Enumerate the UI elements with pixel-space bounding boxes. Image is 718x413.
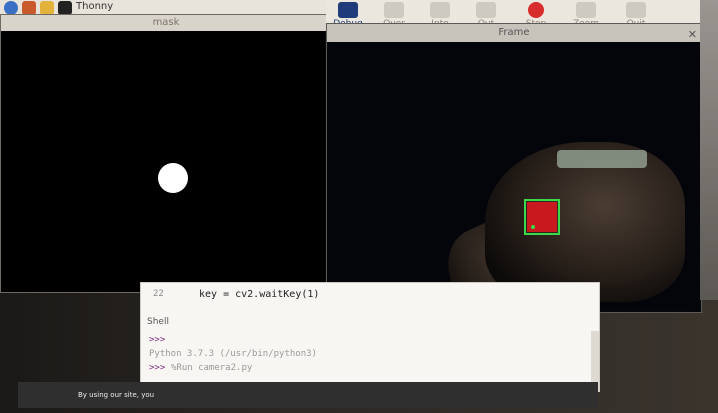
camera-feed — [335, 42, 693, 308]
frame-window: Frame ✕ — [326, 23, 702, 313]
code-text: key = cv2.waitKey(1) — [199, 289, 320, 300]
mask-window-title[interactable]: mask — [1, 15, 331, 31]
folder-icon[interactable] — [40, 1, 54, 15]
cookie-banner: By using our site, you — [18, 382, 598, 408]
browser-icon[interactable] — [22, 1, 36, 15]
taskbar-app-label[interactable]: Thonny — [76, 1, 113, 12]
line-number: 22 — [153, 289, 164, 299]
camera-phone — [557, 150, 647, 168]
screen-edge — [700, 0, 718, 300]
shell-tab-label[interactable]: Shell — [147, 317, 169, 327]
terminal-icon[interactable] — [58, 1, 72, 15]
shell-run-command: %Run camera2.py — [171, 363, 253, 373]
frame-window-title[interactable]: Frame ✕ — [327, 24, 701, 42]
step-over-icon — [384, 2, 404, 18]
stop-icon — [528, 2, 544, 18]
zoom-icon — [576, 2, 596, 18]
shell-prompt-2: >>> — [149, 363, 166, 373]
detection-center-dot — [531, 225, 535, 229]
detection-bounding-box — [524, 199, 560, 235]
debug-icon — [338, 2, 358, 18]
shell-panel: 22 key = cv2.waitKey(1) Shell >>> Python… — [140, 282, 600, 392]
frame-title-text: Frame — [498, 27, 530, 38]
mask-detected-blob — [158, 163, 188, 193]
step-into-icon — [430, 2, 450, 18]
menu-icon[interactable] — [4, 1, 18, 15]
quit-icon — [626, 2, 646, 18]
shell-prompt: >>> — [149, 335, 166, 345]
cookie-banner-text: By using our site, you — [78, 391, 155, 399]
shell-interpreter-line: Python 3.7.3 (/usr/bin/python3) — [149, 349, 317, 359]
mask-window: mask — [0, 14, 332, 293]
editor-code-line[interactable]: 22 key = cv2.waitKey(1) — [141, 283, 327, 305]
step-out-icon — [476, 2, 496, 18]
